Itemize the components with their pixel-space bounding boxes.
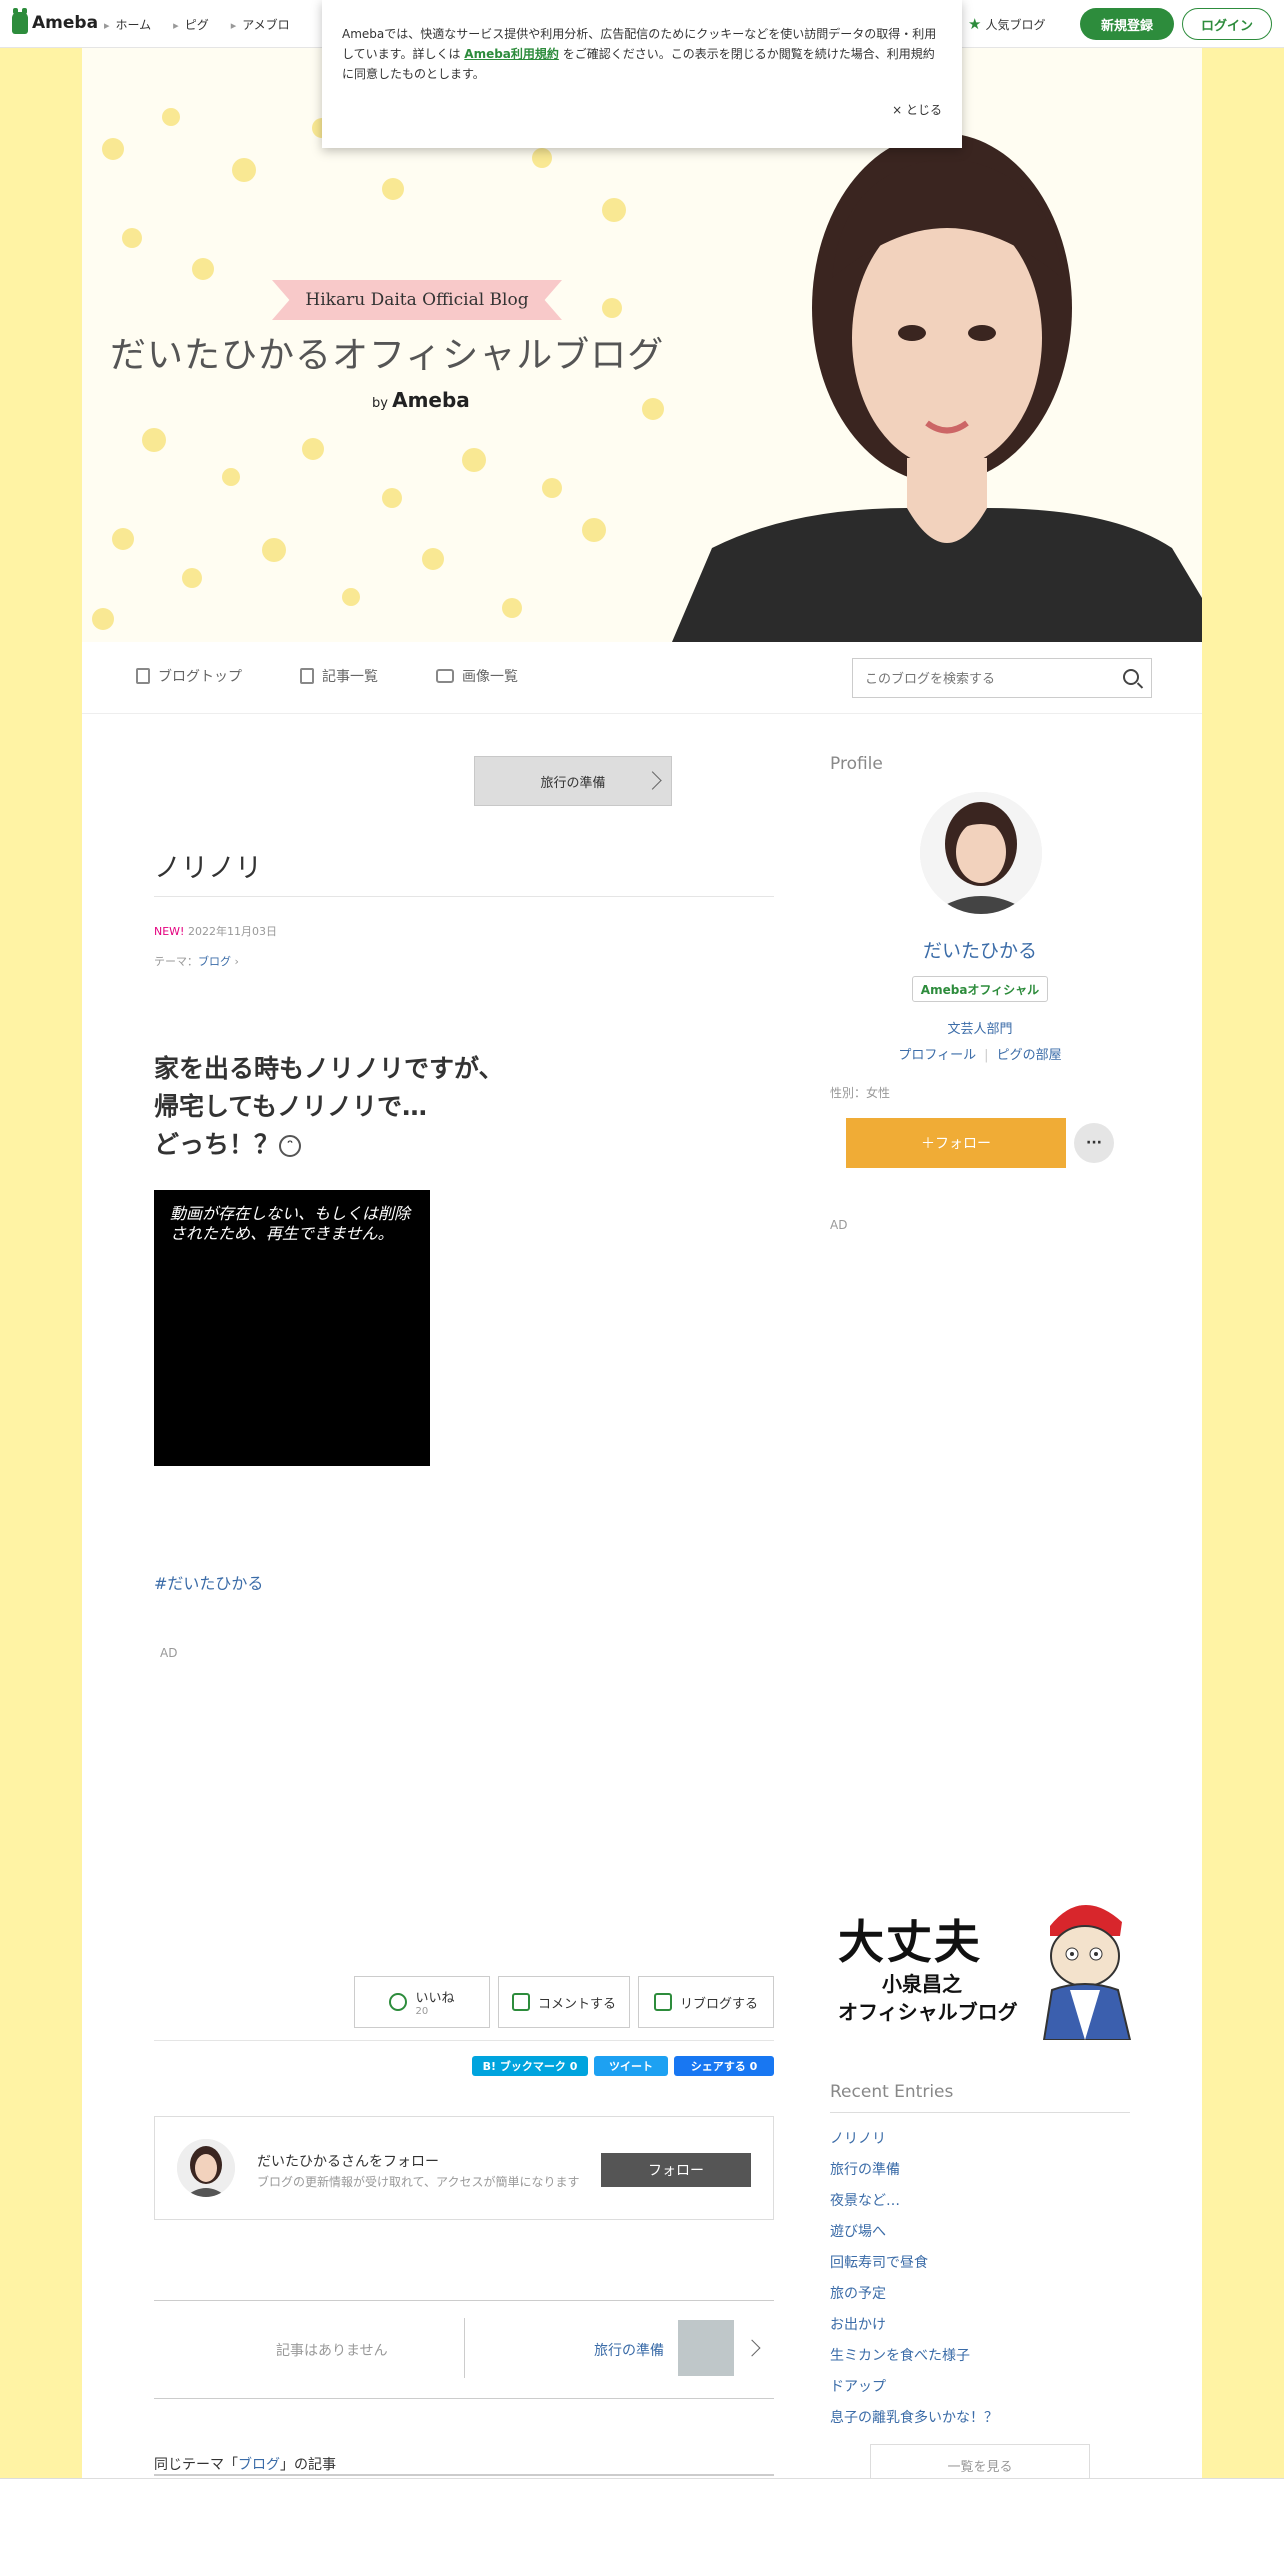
copy-icon xyxy=(300,668,314,684)
chevron-right-icon[interactable] xyxy=(743,2339,761,2357)
recent-entry-link[interactable]: 息子の離乳食多いかな！？ xyxy=(830,2407,998,2427)
pig-room-link[interactable]: ピグの部屋 xyxy=(997,1048,1062,1063)
divider xyxy=(830,2112,1130,2113)
nav-ameblo[interactable]: アメブロ xyxy=(231,16,289,33)
tweet-button[interactable]: ツイート xyxy=(594,2056,668,2076)
blog-title[interactable]: だいたひかるオフィシャルブログ xyxy=(110,326,664,378)
official-badge[interactable]: Amebaオフィシャル xyxy=(912,976,1048,1002)
profile-link[interactable]: プロフィール xyxy=(898,1048,976,1063)
recent-entry-link[interactable]: お出かけ xyxy=(830,2314,886,2334)
profile-category[interactable]: 文芸人部門 xyxy=(830,1018,1130,1037)
avatar xyxy=(177,2139,235,2197)
terms-link[interactable]: Ameba利用規約 xyxy=(464,47,559,61)
video-error-message: 動画が存在しない、もしくは削除されたため、再生できません。 xyxy=(170,1204,411,1243)
next-article-link[interactable]: 旅行の準備 xyxy=(594,2340,664,2360)
follow-box: だいたひかるさんをフォロー ブログの更新情報が受け取れて、アクセスが簡単になりま… xyxy=(154,2116,774,2220)
recent-entry-link[interactable]: 遊び場へ xyxy=(830,2221,886,2241)
profile-name[interactable]: だいたひかる xyxy=(830,936,1130,963)
search-input[interactable] xyxy=(853,659,1093,697)
article-meta: NEW! 2022年11月03日 xyxy=(154,923,277,939)
blog-ribbon: Hikaru Daita Official Blog xyxy=(272,280,562,320)
divider xyxy=(154,2040,774,2041)
blog-nav: ブログトップ 記事一覧 画像一覧 xyxy=(82,642,1202,714)
divider xyxy=(154,2300,774,2301)
like-button[interactable]: いいね 20 xyxy=(354,1976,490,2028)
profile-gender: 性別：女性 xyxy=(830,1086,891,1100)
global-nav: ホーム ピグ アメブロ xyxy=(104,16,290,33)
article-date: 2022年11月03日 xyxy=(187,925,277,938)
divider xyxy=(464,2318,465,2378)
ad-label: AD xyxy=(160,1646,178,1660)
bottom-bar xyxy=(0,2478,1284,2568)
video-player[interactable]: 動画が存在しない、もしくは削除されたため、再生できません。 xyxy=(154,1190,430,1466)
follow-button[interactable]: フォロー xyxy=(601,2153,751,2187)
same-theme-heading: 同じテーマ「ブログ」の記事 xyxy=(154,2457,336,2473)
profile-links: プロフィール | ピグの部屋 xyxy=(898,1048,1062,1063)
reblog-icon xyxy=(653,1993,672,2011)
hatena-bookmark-button[interactable]: B! ブックマーク 0 xyxy=(472,2056,588,2076)
document-icon xyxy=(136,668,150,684)
divider xyxy=(154,2474,774,2476)
follow-box-title: だいたひかるさんをフォロー xyxy=(257,2154,439,2170)
ameba-logo[interactable]: Ameba xyxy=(12,8,98,34)
banner-character-illustration xyxy=(1042,1904,1132,2040)
recent-entry-link[interactable]: 生ミカンを食べた様子 xyxy=(830,2345,970,2365)
banner-subtitle: オフィシャルブログ xyxy=(838,2000,1018,2024)
recent-entry-link[interactable]: 回転寿司で昼食 xyxy=(830,2252,928,2272)
register-button[interactable]: 新規登録 xyxy=(1080,8,1174,40)
comment-icon xyxy=(511,1993,530,2011)
camera-icon xyxy=(436,669,454,683)
article-title[interactable]: ノリノリ xyxy=(154,846,262,885)
same-theme-link[interactable]: ブログ xyxy=(238,2457,280,2473)
profile-heading: Profile xyxy=(830,754,883,774)
blog-container: Hikaru Daita Official Blog だいたひかるオフィシャルブ… xyxy=(82,48,1202,2568)
cookie-close-button[interactable]: × とじる xyxy=(892,100,942,120)
new-badge: NEW! xyxy=(154,925,185,938)
grin-emoji-icon: ᵔ xyxy=(279,1135,302,1157)
sidebar-follow-button[interactable]: ＋フォロー xyxy=(846,1118,1066,1168)
recent-entry-link[interactable]: 旅の予定 xyxy=(830,2283,886,2303)
blog-search xyxy=(852,658,1152,698)
more-options-button[interactable]: ··· xyxy=(1074,1123,1114,1163)
header-portrait-photo xyxy=(672,133,1202,642)
popular-blog-link[interactable]: ★ 人気ブログ xyxy=(968,15,1045,33)
banner-name: 小泉昌之 xyxy=(882,1972,962,1996)
hashtag-link[interactable]: #だいたひかる xyxy=(154,1570,263,1594)
divider xyxy=(154,2398,774,2399)
facebook-share-button[interactable]: シェアする 0 xyxy=(674,2056,774,2076)
divider xyxy=(154,896,774,897)
nav-pig[interactable]: ピグ xyxy=(173,16,209,33)
smile-icon xyxy=(389,1993,408,2011)
article-body: 家を出る時もノリノリですが、 帰宅してもノリノリで… どっち！？ ᵔ xyxy=(154,1054,504,1159)
follow-box-description: ブログの更新情報が受け取れて、アクセスが簡単になります xyxy=(257,2175,580,2189)
reblog-button[interactable]: リブログする xyxy=(638,1976,774,2028)
star-icon: ★ xyxy=(968,15,982,33)
nav-home[interactable]: ホーム xyxy=(104,16,152,33)
recent-entry-link[interactable]: ノリノリ xyxy=(830,2128,886,2148)
recent-entry-link[interactable]: 夜景など… xyxy=(830,2190,900,2210)
recent-entry-link[interactable]: ドアップ xyxy=(830,2376,886,2396)
by-ameba: by Ameba xyxy=(372,388,470,412)
theme-link[interactable]: ブログ xyxy=(198,955,231,968)
recent-entry-link[interactable]: 旅行の準備 xyxy=(830,2159,900,2179)
prev-theme-article-button[interactable]: 旅行の準備 xyxy=(474,756,672,806)
chevron-right-icon: › xyxy=(234,955,239,968)
search-icon[interactable] xyxy=(1123,669,1139,685)
login-button[interactable]: ログイン xyxy=(1182,8,1272,40)
nav-article-list[interactable]: 記事一覧 xyxy=(300,666,378,686)
profile-avatar[interactable] xyxy=(920,792,1042,914)
ameba-logo-icon xyxy=(12,8,28,34)
like-count: 20 xyxy=(415,2006,429,2017)
nav-blog-top[interactable]: ブログトップ xyxy=(136,666,242,686)
comment-button[interactable]: コメントする xyxy=(498,1976,630,2028)
nav-image-list[interactable]: 画像一覧 xyxy=(436,666,518,686)
sidebar-ad-label: AD xyxy=(830,1218,848,1232)
article-theme: テーマ：ブログ › xyxy=(154,955,239,968)
cookie-notice: Amebaでは、快適なサービス提供や利用分析、広告配信のためにクッキーなどを使い… xyxy=(322,0,962,148)
recent-entries-heading: Recent Entries xyxy=(830,2082,954,2102)
banner-headline: 大丈夫 xyxy=(838,1915,982,1969)
next-article-thumbnail[interactable] xyxy=(678,2320,734,2376)
prev-article-none: 記事はありません xyxy=(276,2343,388,2359)
sidebar-banner[interactable]: 大丈夫 小泉昌之 オフィシャルブログ xyxy=(834,1886,1134,2040)
